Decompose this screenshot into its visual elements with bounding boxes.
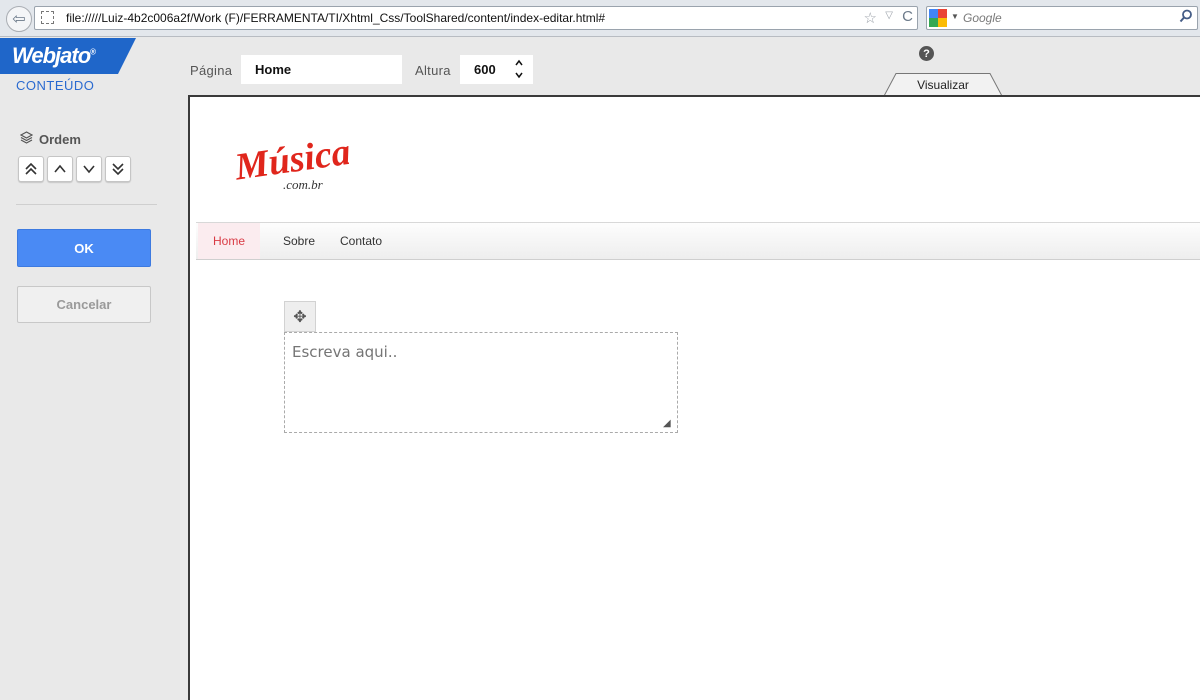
search-engine-dropdown-icon[interactable]: ▼ — [951, 12, 959, 21]
move-down-button[interactable] — [76, 156, 102, 182]
page-icon — [41, 11, 54, 24]
section-title: CONTEÚDO — [16, 78, 95, 93]
address-bar[interactable]: file://///Luiz-4b2c006a2f/Work (F)/FERRA… — [34, 6, 918, 30]
layers-icon — [19, 131, 34, 147]
altura-label: Altura — [415, 63, 451, 78]
site-logo-subtext: .com.br — [283, 177, 324, 192]
ordem-buttons — [18, 156, 131, 182]
search-input[interactable]: Google — [963, 11, 1002, 25]
browser-toolbar: ⇦ file://///Luiz-4b2c006a2f/Work (F)/FER… — [0, 0, 1200, 37]
tab-visualizar-label[interactable]: Visualizar — [884, 78, 1002, 92]
chevron-up-icon — [54, 164, 66, 173]
app-logo-mark: ® — [90, 47, 96, 57]
spin-arrows-icon[interactable] — [514, 58, 524, 83]
search-engine-icon[interactable] — [929, 9, 947, 27]
search-icon[interactable] — [1179, 9, 1193, 26]
reload-icon[interactable]: C — [902, 8, 913, 25]
text-editor-box[interactable] — [284, 332, 678, 433]
search-box[interactable]: ▼ Google — [926, 6, 1198, 30]
cancel-button[interactable]: Cancelar — [17, 286, 151, 323]
move-to-top-button[interactable] — [18, 156, 44, 182]
altura-stepper[interactable]: 600 — [460, 55, 533, 84]
double-chevron-up-icon — [25, 162, 37, 175]
history-dropdown-icon[interactable]: ▽ — [885, 10, 893, 21]
move-up-button[interactable] — [47, 156, 73, 182]
nav-home[interactable]: Home — [198, 223, 260, 259]
ordem-heading: Ordem — [19, 131, 81, 147]
site-logo: Música .com.br — [233, 133, 349, 192]
double-chevron-down-icon — [112, 163, 124, 176]
nav-contato[interactable]: Contato — [340, 223, 382, 259]
chevron-down-icon — [83, 165, 95, 174]
nav-sobre[interactable]: Sobre — [283, 223, 315, 259]
back-arrow-icon[interactable]: ⇦ — [6, 6, 32, 32]
move-handle-icon[interactable]: ✥ — [284, 301, 316, 332]
app-logo: Webjato® — [12, 43, 96, 69]
move-to-bottom-button[interactable] — [105, 156, 131, 182]
ok-button[interactable]: OK — [17, 229, 151, 267]
altura-value[interactable]: 600 — [474, 62, 496, 77]
url-text[interactable]: file://///Luiz-4b2c006a2f/Work (F)/FERRA… — [66, 11, 605, 25]
pagina-field[interactable] — [241, 55, 402, 84]
sidebar-divider — [16, 204, 157, 205]
bookmark-star-icon[interactable]: ☆ — [864, 9, 877, 27]
ordem-label: Ordem — [39, 131, 81, 147]
resize-grip-icon[interactable]: ◢ — [663, 418, 671, 429]
app-logo-text: Webjato — [12, 43, 91, 68]
pagina-label: Página — [190, 63, 233, 78]
site-navbar: Home Sobre Contato — [196, 222, 1200, 260]
help-icon[interactable]: ? — [919, 46, 934, 61]
